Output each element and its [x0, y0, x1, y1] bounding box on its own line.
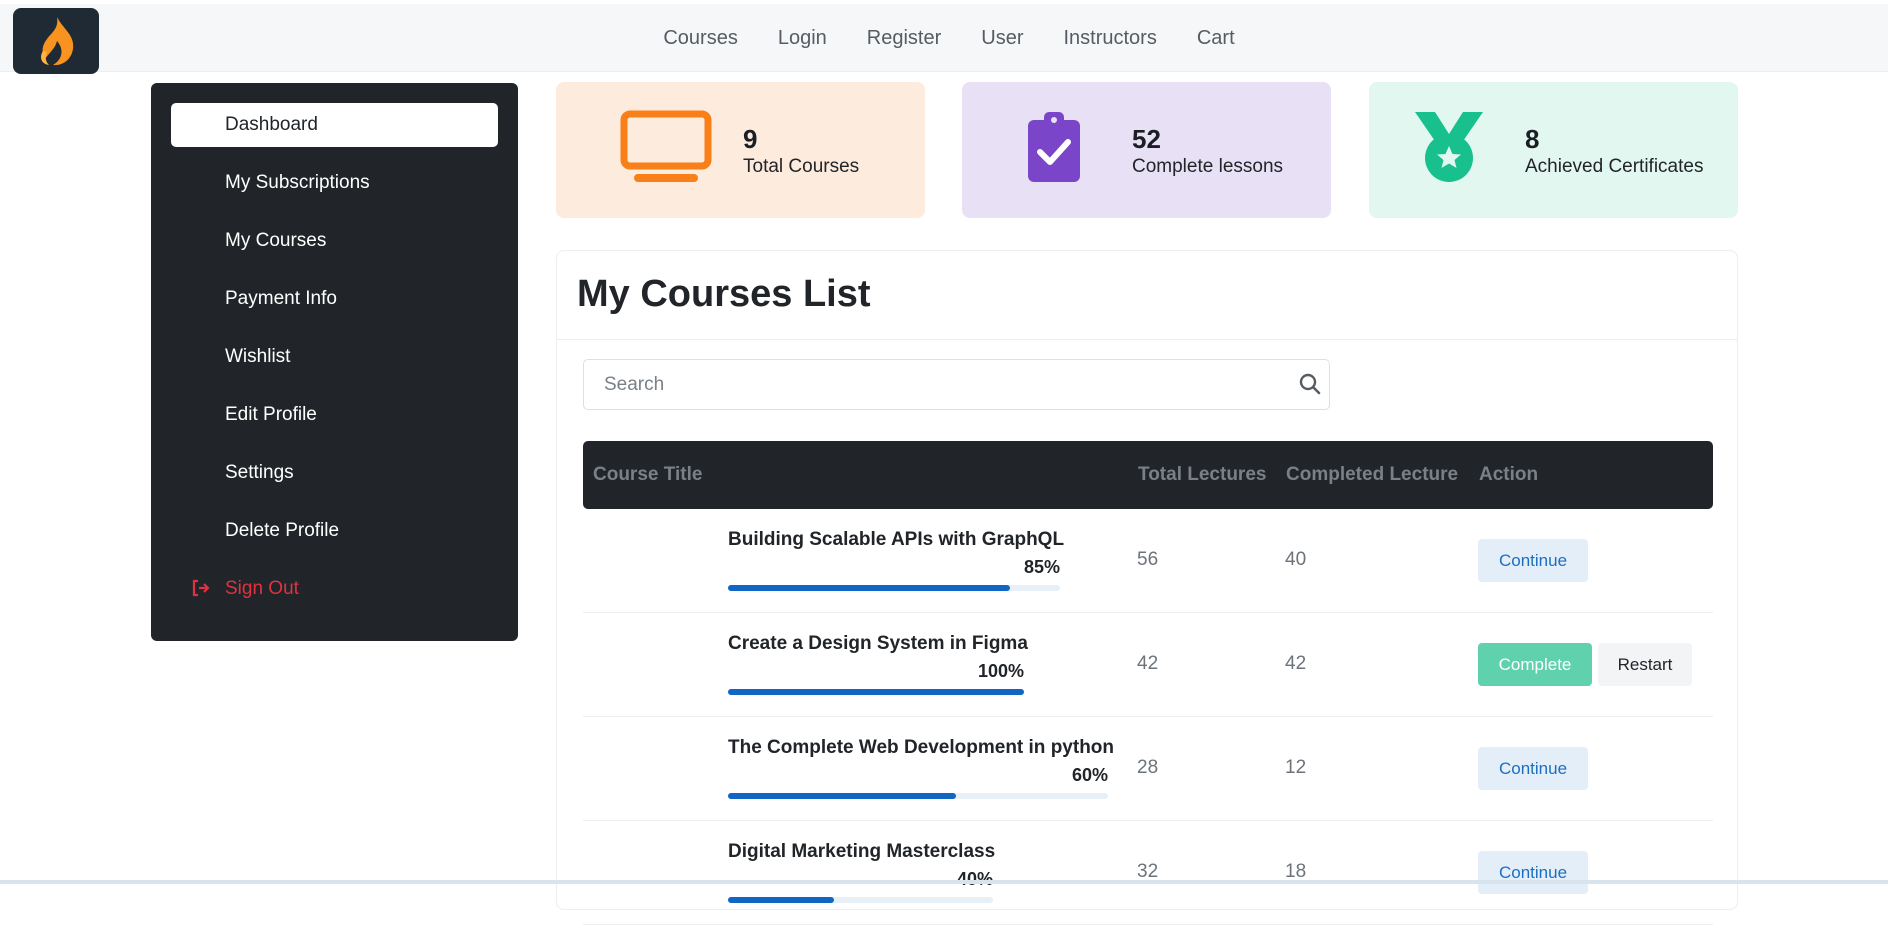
sidebar-item-dashboard[interactable]: Dashboard — [171, 103, 498, 147]
search-input[interactable] — [584, 360, 1329, 409]
total-lectures: 28 — [1137, 757, 1159, 778]
stat-label: Complete lessons — [1132, 156, 1284, 177]
nav-user[interactable]: User — [981, 27, 1023, 50]
sidebar-item-edit-profile[interactable]: Edit Profile — [171, 393, 498, 437]
divider — [557, 339, 1737, 340]
completed-lectures: 12 — [1285, 757, 1307, 778]
column-header-action: Action — [1479, 464, 1539, 485]
stat-label: Achieved Certificates — [1525, 156, 1704, 177]
course-title[interactable]: Building Scalable APIs with GraphQL — [728, 529, 1064, 551]
continue-button[interactable]: Continue — [1478, 851, 1588, 894]
dashboard-sidebar: Dashboard My Subscriptions My Courses Pa… — [151, 83, 518, 641]
search-box — [583, 359, 1330, 410]
column-header-completed-lecture[interactable]: Completed Lecture — [1286, 464, 1458, 486]
restart-button[interactable]: Restart — [1598, 643, 1692, 686]
table-row: Create a Design System in Figma 100% 42 … — [583, 613, 1713, 717]
progress-percent: 85% — [1023, 557, 1060, 577]
sign-out-label: Sign Out — [225, 578, 299, 599]
sidebar-item-my-courses[interactable]: My Courses — [171, 219, 498, 263]
stat-label: Total Courses — [743, 156, 860, 177]
page-bottom-edge — [0, 880, 1888, 884]
total-lectures: 42 — [1137, 653, 1159, 674]
continue-button[interactable]: Continue — [1478, 539, 1588, 582]
progress-percent: 60% — [1071, 765, 1108, 785]
nav-courses[interactable]: Courses — [663, 27, 737, 50]
page-title: My Courses List — [577, 273, 871, 315]
progress-bar — [728, 897, 993, 903]
main-nav: Courses Login Register User Instructors … — [0, 4, 1888, 72]
sidebar-item-delete-profile[interactable]: Delete Profile — [171, 509, 498, 553]
top-navbar: Courses Login Register User Instructors … — [0, 4, 1888, 74]
my-courses-card: My Courses List Course Title Total Lectu… — [556, 250, 1738, 925]
progress-bar — [728, 793, 1108, 799]
nav-cart[interactable]: Cart — [1197, 27, 1235, 50]
sidebar-item-settings[interactable]: Settings — [171, 451, 498, 495]
progress-bar — [728, 585, 1060, 591]
progress-bar-fill — [728, 689, 1024, 695]
monitor-icon — [620, 110, 712, 191]
table-header: Course Title Total Lectures Completed Le… — [583, 441, 1713, 509]
search-icon[interactable] — [1299, 373, 1321, 400]
total-lectures: 56 — [1137, 549, 1159, 570]
stat-value: 8 — [1525, 124, 1540, 154]
progress-bar-fill — [728, 897, 834, 903]
continue-button[interactable]: Continue — [1478, 747, 1588, 790]
course-title[interactable]: Digital Marketing Masterclass — [728, 841, 995, 863]
column-header-course-title[interactable]: Course Title — [593, 464, 702, 486]
stat-card-complete-lessons: 52 Complete lessons — [962, 82, 1331, 218]
sidebar-item-payment-info[interactable]: Payment Info — [171, 277, 498, 321]
sidebar-item-sign-out[interactable]: Sign Out — [171, 567, 498, 611]
column-header-total-lectures[interactable]: Total Lectures — [1138, 464, 1266, 486]
nav-instructors[interactable]: Instructors — [1063, 27, 1156, 50]
progress-bar-fill — [728, 585, 1011, 591]
stat-card-total-courses: 9 Total Courses — [556, 82, 925, 218]
stat-value: 9 — [743, 124, 758, 154]
stat-card-certificates: 8 Achieved Certificates — [1369, 82, 1738, 218]
nav-register[interactable]: Register — [867, 27, 941, 50]
course-title[interactable]: The Complete Web Development in python — [728, 737, 1114, 759]
course-title[interactable]: Create a Design System in Figma — [728, 633, 1028, 655]
sidebar-item-wishlist[interactable]: Wishlist — [171, 335, 498, 379]
completed-lectures: 42 — [1285, 653, 1307, 674]
stat-value: 52 — [1132, 124, 1161, 154]
progress-percent: 100% — [977, 661, 1024, 681]
progress-bar — [728, 689, 1024, 695]
table-row: Building Scalable APIs with GraphQL 85% … — [583, 509, 1713, 613]
progress-bar-fill — [728, 793, 956, 799]
clipboard-check-icon — [1026, 110, 1082, 189]
complete-button[interactable]: Complete — [1478, 643, 1592, 686]
table-row: Digital Marketing Masterclass 40% 32 18 … — [583, 821, 1713, 925]
nav-login[interactable]: Login — [778, 27, 827, 50]
sign-out-icon — [191, 579, 211, 603]
sidebar-item-subscriptions[interactable]: My Subscriptions — [171, 161, 498, 205]
medal-icon — [1413, 110, 1485, 189]
table-row: The Complete Web Development in python 6… — [583, 717, 1713, 821]
completed-lectures: 40 — [1285, 549, 1307, 570]
